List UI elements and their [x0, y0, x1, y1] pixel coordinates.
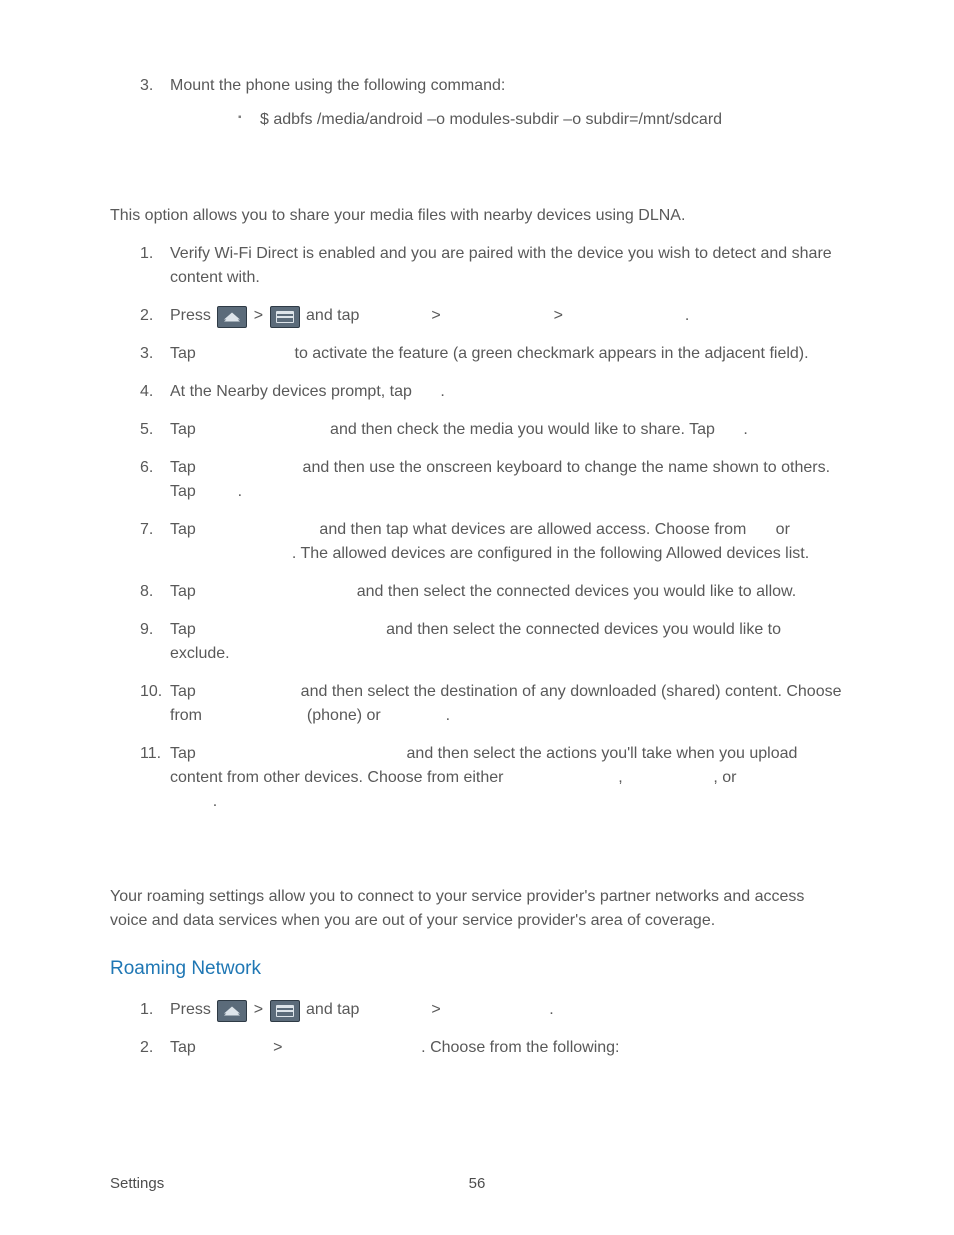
- home-icon: [217, 306, 247, 328]
- nearby-devices-label: Nearby devices: [567, 307, 684, 324]
- roaming-heading: Roaming: [110, 844, 844, 876]
- shared-contents-label: Shared contents: [200, 421, 325, 438]
- footer-section: Settings: [110, 1173, 164, 1196]
- download-to-label: Download to: [200, 683, 296, 700]
- roaming-step-1: Press > and tap Settings > More settings…: [110, 998, 844, 1022]
- nearby-step-10: Tap Download to and then select the dest…: [110, 680, 844, 728]
- roaming-label: Roaming: [200, 1039, 268, 1056]
- device-name-label: Device name: [200, 459, 298, 476]
- step-text: Mount the phone using the following comm…: [170, 77, 505, 94]
- nearby-step-9: Tap Not-allowed devices list and then se…: [110, 618, 844, 666]
- allowed-devices-list-label: Allowed devices list: [200, 583, 352, 600]
- nearby-step-5: Tap Shared contents and then check the m…: [110, 418, 844, 442]
- file-sharing-label: File sharing: [200, 345, 290, 362]
- nearby-step-6: Tap Device name and then use the onscree…: [110, 456, 844, 504]
- always-ask-label: Always ask: [627, 769, 713, 786]
- more-settings-label: More settings: [445, 307, 549, 324]
- page-footer: Settings 56: [110, 1173, 844, 1196]
- roaming-network-subheading: Roaming Network: [110, 955, 844, 984]
- cmd-list: $ adbfs /media/android –o modules-subdir…: [170, 108, 844, 132]
- sd-card-label: SD card: [385, 707, 445, 724]
- nearby-devices-heading: Nearby devices: [110, 162, 844, 194]
- nearby-step-2: Press > and tap Settings > More settings…: [110, 304, 844, 328]
- menu-icon: [270, 1000, 300, 1022]
- roaming-step-2: Tap Roaming > Roaming network. Choose fr…: [110, 1036, 844, 1060]
- home-icon: [217, 1000, 247, 1022]
- nearby-step-4: At the Nearby devices prompt, tap OK.: [110, 380, 844, 404]
- all-label: All: [751, 521, 771, 538]
- nearby-step-8: Tap Allowed devices list and then select…: [110, 580, 844, 604]
- roaming-steps: Press > and tap Settings > More settings…: [110, 998, 844, 1060]
- doc-page: Mount the phone using the following comm…: [0, 0, 954, 1235]
- always-accept-label: Always accept: [508, 769, 618, 786]
- access-control-label: Access control: [200, 521, 315, 538]
- mount-cmd-step: Mount the phone using the following comm…: [110, 74, 844, 132]
- nearby-step-11: Tap Upload from other devices and then s…: [110, 742, 844, 814]
- prev-section-steps: Mount the phone using the following comm…: [110, 74, 844, 132]
- adbfs-cmd: $ adbfs /media/android –o modules-subdir…: [170, 108, 844, 132]
- save-label: Save: [200, 483, 237, 500]
- settings-label: Settings: [364, 1001, 427, 1018]
- nearby-step-3: Tap File sharing to activate the feature…: [110, 342, 844, 366]
- nearby-step-1: Verify Wi-Fi Direct is enabled and you a…: [110, 242, 844, 290]
- nearby-intro: This option allows you to share your med…: [110, 204, 844, 228]
- roaming-network-label: Roaming network: [287, 1039, 421, 1056]
- nearby-steps: Verify Wi-Fi Direct is enabled and you a…: [110, 242, 844, 814]
- settings-label: Settings: [364, 307, 427, 324]
- roaming-intro: Your roaming settings allow you to conne…: [110, 885, 844, 933]
- usb-storage-label: USB storage: [206, 707, 302, 724]
- upload-from-other-devices-label: Upload from other devices: [200, 745, 402, 762]
- nearby-step-7: Tap Access control and then tap what dev…: [110, 518, 844, 566]
- footer-page-number: 56: [469, 1173, 486, 1196]
- menu-icon: [270, 306, 300, 328]
- more-settings-label: More settings: [445, 1001, 549, 1018]
- not-allowed-devices-list-label: Not-allowed devices list: [200, 621, 381, 638]
- ok-label: OK: [416, 383, 440, 400]
- ok-label-2: OK: [719, 421, 743, 438]
